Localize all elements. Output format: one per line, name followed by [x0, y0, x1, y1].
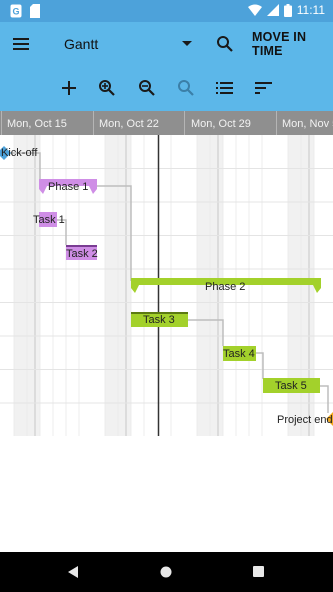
task-3-label: Task 3 [143, 314, 175, 326]
move-in-time-button[interactable]: MOVE IN TIME [252, 22, 333, 66]
timeline-label: Mon, Oct 22 [99, 118, 159, 130]
zoom-in-icon [99, 80, 115, 96]
sort-icon [255, 82, 272, 94]
timeline-header[interactable]: Mon, Oct 15 Mon, Oct 22 Mon, Oct 29 Mon,… [0, 111, 333, 135]
search-disabled-icon [178, 80, 194, 96]
task-1-label: Task 1 [33, 214, 65, 226]
view-selector-value: Gantt [64, 36, 99, 52]
timeline-label: Mon, Nov 5 [282, 118, 333, 130]
add-task-button[interactable] [53, 72, 85, 104]
sort-button[interactable] [248, 72, 280, 104]
menu-button[interactable] [12, 22, 32, 66]
phase-2-label: Phase 2 [205, 281, 246, 293]
milestone-kickoff-label: Kick-off [1, 147, 38, 159]
battery-icon [283, 3, 292, 17]
status-time: 11:11 [296, 3, 325, 17]
zoom-out-button[interactable] [131, 72, 163, 104]
phase-1-label: Phase 1 [48, 181, 89, 193]
search-tasks-button[interactable] [170, 72, 202, 104]
list-icon [216, 82, 233, 94]
task-4-label: Task 4 [223, 348, 255, 360]
sd-card-icon [30, 4, 40, 18]
milestone-project-end-label: Project end [277, 414, 333, 426]
signal-icon [266, 4, 279, 16]
navigation-bar [0, 552, 333, 592]
back-icon[interactable] [67, 566, 79, 578]
add-icon [62, 81, 76, 95]
zoom-in-button[interactable] [91, 72, 123, 104]
search-button[interactable] [216, 22, 234, 66]
zoom-out-icon [139, 80, 155, 96]
svg-text:G: G [12, 7, 19, 17]
task-2-label: Task 2 [66, 248, 98, 260]
dropdown-arrow-icon [182, 41, 192, 46]
app-bar: Gantt MOVE IN TIME [0, 22, 333, 66]
timeline-label: Mon, Oct 29 [191, 118, 251, 130]
gantt-toolbar [0, 66, 333, 111]
wifi-icon [247, 4, 262, 16]
view-selector[interactable]: Gantt [64, 22, 194, 66]
recents-icon[interactable] [253, 566, 264, 577]
status-bar: G 11:11 [0, 0, 333, 22]
notification-g-icon: G [10, 4, 22, 18]
search-icon [217, 36, 233, 52]
timeline-label: Mon, Oct 15 [7, 118, 67, 130]
move-in-time-label: MOVE IN TIME [252, 30, 307, 58]
task-5-label: Task 5 [275, 380, 307, 392]
menu-icon [13, 38, 29, 50]
home-icon[interactable] [160, 566, 172, 578]
gantt-chart[interactable]: Kick-off Phase 1 Task 1 Task 2 Phase 2 T… [0, 135, 333, 436]
list-view-button[interactable] [209, 72, 241, 104]
